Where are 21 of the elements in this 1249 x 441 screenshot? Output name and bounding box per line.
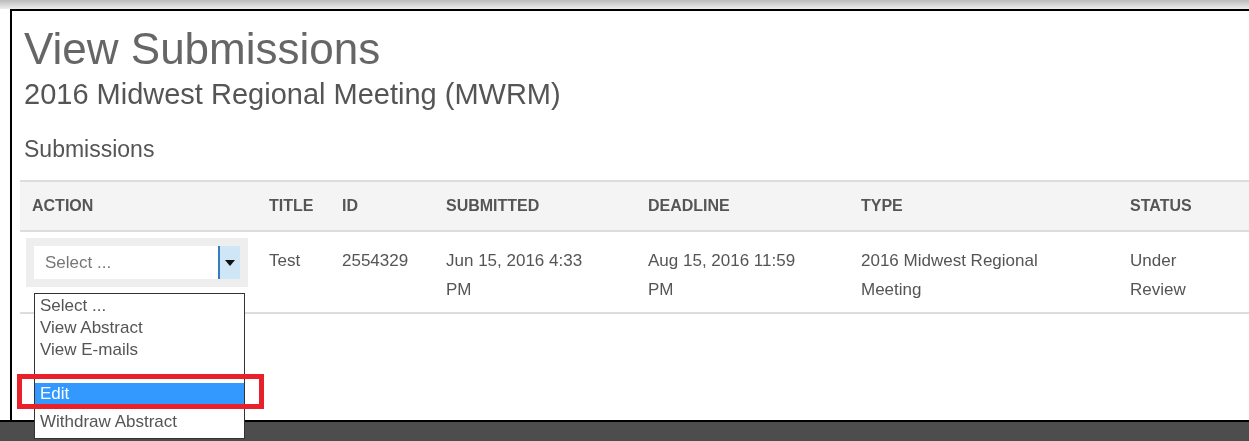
column-header: TITLE [269, 197, 314, 214]
column-header: STATUS [1130, 197, 1192, 214]
column-header: TYPE [861, 197, 903, 214]
section-heading: Submissions [24, 135, 155, 164]
column-header: DEADLINE [648, 197, 730, 214]
column-header: SUBMITTED [446, 197, 540, 214]
page-title: View Submissions [24, 25, 381, 73]
dropdown-option[interactable]: Withdraw Abstract [35, 411, 244, 433]
table-cell-text: Jun 15, 2016 4:33 PM [446, 250, 584, 301]
table-cell-text: 2554329 [342, 250, 410, 272]
dropdown-option[interactable]: View E-mails [35, 339, 244, 361]
action-select[interactable]: Select ... [26, 238, 248, 287]
column-header: ACTION [32, 197, 94, 214]
table-cell-text: Aug 15, 2016 11:59 PM [648, 250, 797, 301]
table-cell-text: 2016 Midwest Regional Meeting [861, 250, 1039, 301]
column-header: ID [342, 197, 358, 214]
table-cell-text: Test [269, 250, 302, 272]
dropdown-option[interactable]: Select ... [35, 295, 244, 317]
dropdown-option[interactable]: View Abstract [35, 317, 244, 339]
table-cell-text: Under Review [1130, 250, 1187, 301]
page-subtitle: 2016 Midwest Regional Meeting (MWRM) [24, 77, 561, 112]
